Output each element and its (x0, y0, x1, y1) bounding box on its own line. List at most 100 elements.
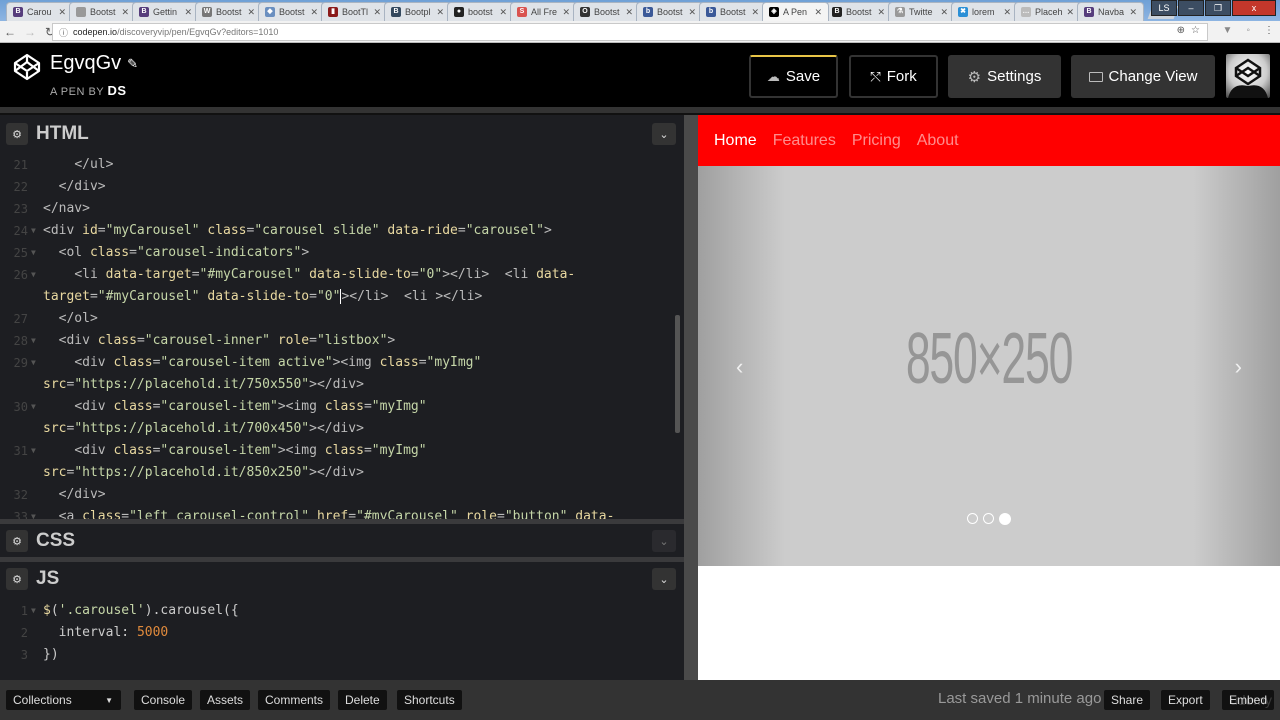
tab-close-icon[interactable]: ✕ (58, 7, 66, 18)
save-button[interactable]: ☁ Save (749, 55, 838, 98)
code-line[interactable]: 30 ▼ <div class="carousel-item"><img clas… (0, 396, 684, 418)
change-view-button[interactable]: Change View (1071, 55, 1215, 98)
close-window-button[interactable]: x (1232, 0, 1276, 16)
pen-author[interactable]: DS (108, 83, 127, 98)
info-icon[interactable]: ⓘ (59, 26, 68, 39)
tab-close-icon[interactable]: ✕ (499, 7, 507, 18)
fold-arrow-icon[interactable]: ▼ (31, 330, 36, 352)
carousel-indicator[interactable] (983, 513, 994, 524)
carousel-indicator[interactable] (967, 513, 978, 524)
browser-tab[interactable]: W Bootst ✕ (195, 2, 262, 21)
tab-close-icon[interactable]: ✕ (562, 7, 570, 18)
fold-arrow-icon[interactable]: ▼ (31, 220, 36, 242)
code-line[interactable]: src="https://placehold.it/700x450"></div… (0, 418, 684, 440)
delete-button[interactable]: Delete (338, 690, 387, 710)
browser-tab[interactable]: b Bootst ✕ (636, 2, 703, 21)
code-line[interactable]: 28 ▼ <div class="carousel-inner" role="li… (0, 330, 684, 352)
share-button[interactable]: Share (1104, 690, 1151, 710)
fold-arrow-icon[interactable]: ▼ (31, 600, 36, 622)
code-line[interactable]: 27 </ol> (0, 308, 684, 330)
code-line[interactable]: target="#myCarousel" data-slide-to="0"><… (0, 286, 684, 308)
html-settings-gear-icon[interactable]: ⚙ (6, 123, 28, 145)
nav-link-home[interactable]: Home (714, 132, 757, 150)
code-line[interactable]: 31 ▼ <div class="carousel-item"><img clas… (0, 440, 684, 462)
export-button[interactable]: Export (1161, 690, 1210, 710)
browser-tab[interactable]: B Navba ✕ (1077, 2, 1144, 21)
browser-menu-icon[interactable]: ⋮ (1264, 25, 1274, 36)
tab-close-icon[interactable]: ✕ (940, 7, 948, 18)
tab-close-icon[interactable]: ✕ (625, 7, 633, 18)
fold-arrow-icon[interactable]: ▼ (31, 264, 36, 286)
code-line[interactable]: 22 </div> (0, 176, 684, 198)
code-line[interactable]: 23 </nav> (0, 198, 684, 220)
js-collapse-chevron-icon[interactable]: ⌄ (652, 568, 676, 590)
nav-link-about[interactable]: About (917, 132, 959, 150)
tab-close-icon[interactable]: ✕ (1129, 7, 1137, 18)
browser-tab[interactable]: B Gettin ✕ (132, 2, 199, 21)
browser-tab[interactable]: ◈ A Pen ✕ (762, 2, 829, 21)
js-code-editor[interactable]: 1 ▼ $('.carousel').carousel({2 interval: 5… (0, 600, 684, 680)
code-line[interactable]: 24 ▼ <div id="myCarousel" class="carousel … (0, 220, 684, 242)
js-settings-gear-icon[interactable]: ⚙ (6, 568, 28, 590)
maximize-button[interactable]: ❐ (1205, 0, 1231, 16)
browser-tab[interactable]: ▮ BootTl ✕ (321, 2, 388, 21)
fold-arrow-icon[interactable]: ▼ (31, 242, 36, 264)
tab-close-icon[interactable]: ✕ (1066, 7, 1074, 18)
code-line[interactable]: 32 </div> (0, 484, 684, 506)
assets-button[interactable]: Assets (200, 690, 251, 710)
carousel-indicator[interactable] (999, 513, 1011, 525)
edit-pencil-icon[interactable]: ✎ (127, 56, 138, 72)
shortcuts-button[interactable]: Shortcuts (397, 690, 462, 710)
code-line[interactable]: 26 ▼ <li data-target="#myCarousel" data-s… (0, 264, 684, 286)
bookmark-star-icon[interactable]: ☆ (1191, 25, 1200, 36)
tab-close-icon[interactable]: ✕ (814, 7, 822, 18)
settings-button[interactable]: ⚙ Settings (948, 55, 1061, 98)
browser-tab[interactable]: ● bootst ✕ (447, 2, 514, 21)
tab-close-icon[interactable]: ✕ (373, 7, 381, 18)
browser-tab[interactable]: ✖ lorem ✕ (951, 2, 1018, 21)
code-line[interactable]: src="https://placehold.it/750x550"></div… (0, 374, 684, 396)
comments-button[interactable]: Comments (258, 690, 331, 710)
browser-tab[interactable]: Bootst ✕ (69, 2, 136, 21)
browser-tab[interactable]: B Bootpl ✕ (384, 2, 451, 21)
back-icon[interactable]: ← (0, 25, 20, 39)
zoom-icon[interactable]: ⊕ (1177, 25, 1185, 36)
code-line[interactable]: 29 ▼ <div class="carousel-item active"><i… (0, 352, 684, 374)
code-line[interactable]: 21 </ul> (0, 154, 684, 176)
preview-resize-handle[interactable] (684, 115, 698, 680)
code-line[interactable]: 2 interval: 5000 (0, 622, 684, 644)
code-line[interactable]: 25 ▼ <ol class="carousel-indicators"> (0, 242, 684, 264)
fold-arrow-icon[interactable]: ▼ (31, 396, 36, 418)
fold-arrow-icon[interactable]: ▼ (31, 440, 36, 462)
code-line[interactable]: 3}) (0, 644, 684, 666)
html-collapse-chevron-icon[interactable]: ⌄ (652, 123, 676, 145)
browser-tab[interactable]: B Carou ✕ (6, 2, 73, 21)
html-editor-scrollbar[interactable] (675, 315, 680, 433)
extension-vimeo-icon[interactable]: ▼ (1223, 25, 1233, 36)
fold-arrow-icon[interactable]: ▼ (31, 352, 36, 374)
browser-tab[interactable]: b Bootst ✕ (699, 2, 766, 21)
browser-tab[interactable]: S All Fre ✕ (510, 2, 577, 21)
forward-icon[interactable]: → (20, 25, 40, 39)
fork-button[interactable]: ⤲ Fork (849, 55, 938, 98)
url-input[interactable]: ⓘ codepen.io/discoveryvip/pen/EgvqGv?edi… (52, 23, 1208, 41)
css-settings-gear-icon[interactable]: ⚙ (6, 530, 28, 552)
pen-title-text[interactable]: EgvqGv (50, 52, 121, 75)
user-avatar[interactable] (1226, 54, 1270, 98)
profile-button[interactable]: LS (1151, 0, 1177, 16)
console-button[interactable]: Console (134, 690, 193, 710)
tab-close-icon[interactable]: ✕ (310, 7, 318, 18)
code-line[interactable]: src="https://placehold.it/850x250"></div… (0, 462, 684, 484)
tab-close-icon[interactable]: ✕ (688, 7, 696, 18)
tab-close-icon[interactable]: ✕ (877, 7, 885, 18)
browser-tab[interactable]: B Bootst ✕ (825, 2, 892, 21)
tab-close-icon[interactable]: ✕ (247, 7, 255, 18)
nav-link-pricing[interactable]: Pricing (852, 132, 901, 150)
tab-close-icon[interactable]: ✕ (751, 7, 759, 18)
codepen-logo-icon[interactable] (13, 53, 41, 81)
css-collapse-chevron-icon[interactable]: ⌄ (652, 530, 676, 552)
browser-tab[interactable]: O Bootst ✕ (573, 2, 640, 21)
html-code-editor[interactable]: 21 </ul> 22 </div> 23 </nav> 24 ▼ <div id="myC… (0, 154, 684, 522)
collections-dropdown[interactable]: Collections ▼ (6, 690, 121, 710)
tab-close-icon[interactable]: ✕ (1003, 7, 1011, 18)
